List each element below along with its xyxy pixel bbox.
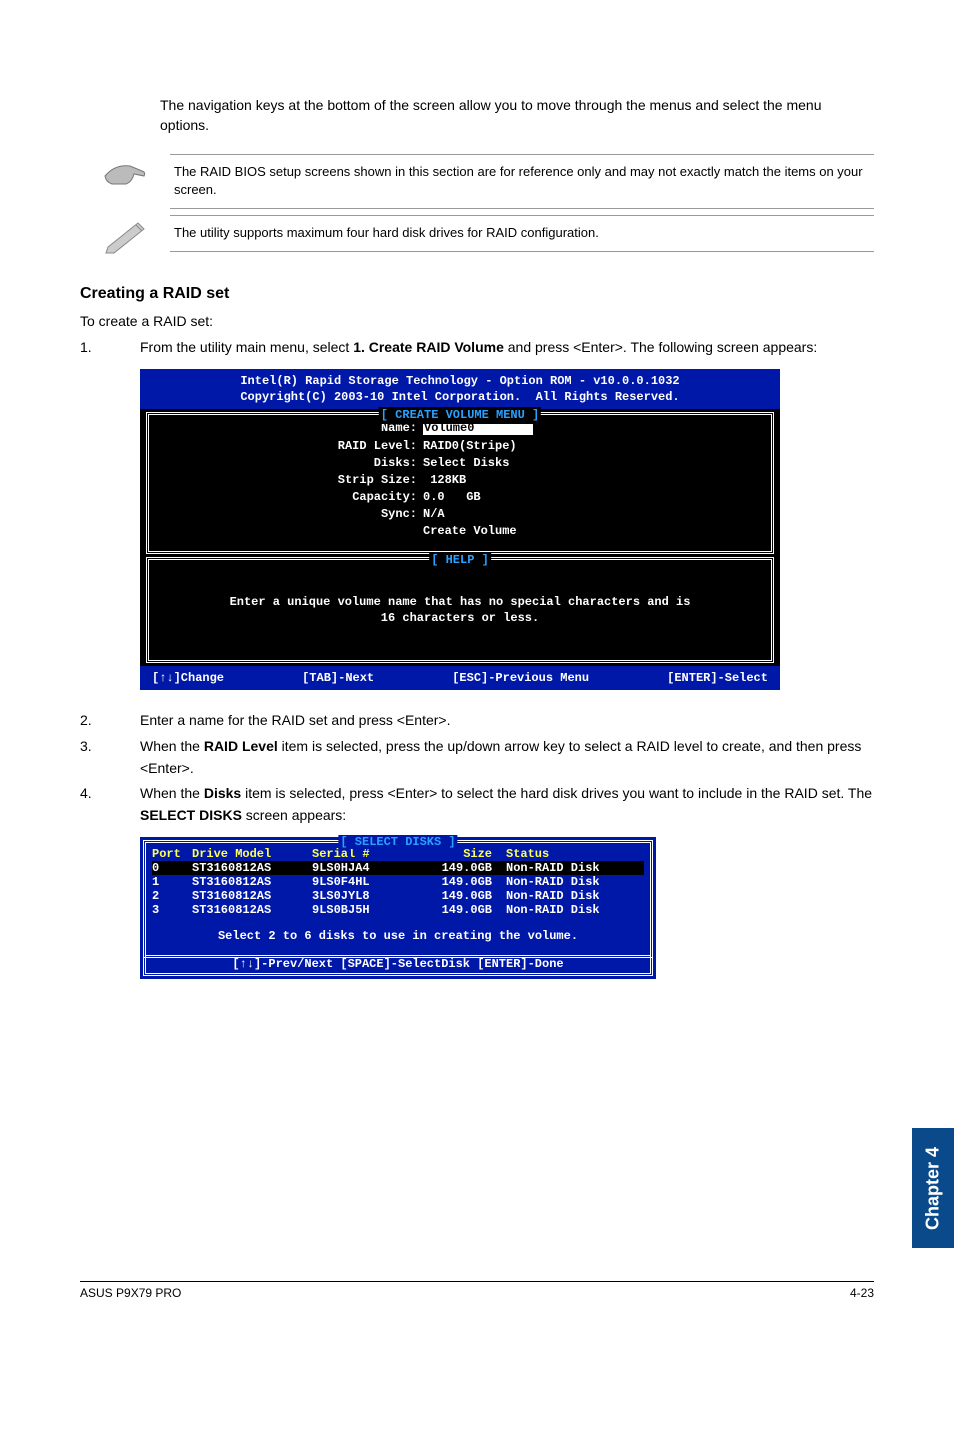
disks-nav: [↑↓]-Prev/Next [SPACE]-SelectDisk [ENTER… (143, 955, 653, 976)
cell-size: 149.0GB (422, 889, 506, 903)
select-disks-screen: [ SELECT DISKS ] Port Drive Model Serial… (140, 837, 656, 979)
disks-value[interactable]: Select Disks (423, 455, 509, 471)
step-number: 1. (80, 337, 140, 359)
bios-header-line1: Intel(R) Rapid Storage Technology - Opti… (240, 374, 679, 388)
step-1: 1. From the utility main menu, select 1.… (80, 337, 874, 359)
bold-text: 1. Create RAID Volume (353, 339, 504, 355)
step-number: 2. (80, 710, 140, 732)
step-body: When the RAID Level item is selected, pr… (140, 736, 874, 779)
field-label-disks: Disks: (157, 455, 423, 471)
bios-create-volume-screen: Intel(R) Rapid Storage Technology - Opti… (140, 369, 780, 690)
col-status: Status (506, 847, 644, 861)
col-size: Size (422, 847, 506, 861)
bios-header: Intel(R) Rapid Storage Technology - Opti… (140, 369, 780, 409)
bold-text: RAID Level (204, 738, 278, 754)
step-number: 3. (80, 736, 140, 779)
cell-size: 149.0GB (422, 861, 506, 875)
frame-title-help: [ HELP ] (429, 552, 491, 568)
step-number: 4. (80, 783, 140, 826)
bold-text: Disks (204, 785, 241, 801)
capacity-value[interactable]: 0.0 GB (423, 489, 481, 505)
step-3: 3. When the RAID Level item is selected,… (80, 736, 874, 779)
text: When the (140, 738, 204, 754)
disk-row[interactable]: 3 ST3160812AS 9LS0BJ5H 149.0GB Non-RAID … (152, 903, 644, 917)
create-volume-frame: [ CREATE VOLUME MENU ] Name:Volume0 RAID… (146, 412, 774, 553)
note-row-1: The RAID BIOS setup screens shown in thi… (100, 154, 874, 210)
disks-message: Select 2 to 6 disks to use in creating t… (152, 917, 644, 953)
cell-port: 1 (152, 875, 192, 889)
help-frame: [ HELP ] Enter a unique volume name that… (146, 557, 774, 663)
page-footer: ASUS P9X79 PRO 4-23 (80, 1281, 874, 1300)
footer-left: ASUS P9X79 PRO (80, 1286, 181, 1300)
footer-right: 4-23 (850, 1286, 874, 1300)
field-label-raid-level: RAID Level: (157, 438, 423, 454)
help-text: Enter a unique volume name that has no s… (157, 564, 763, 650)
col-serial: Serial # (312, 847, 422, 861)
text: item is selected, press <Enter> to selec… (241, 785, 872, 801)
cell-port: 0 (152, 861, 192, 875)
hand-point-icon (100, 154, 150, 194)
text: screen appears: (242, 807, 346, 823)
note-text-2: The utility supports maximum four hard d… (170, 215, 874, 252)
step-2: 2. Enter a name for the RAID set and pre… (80, 710, 874, 732)
disk-row[interactable]: 1 ST3160812AS 9LS0F4HL 149.0GB Non-RAID … (152, 875, 644, 889)
sync-value: N/A (423, 506, 445, 522)
cell-model: ST3160812AS (192, 903, 312, 917)
intro-paragraph: The navigation keys at the bottom of the… (160, 95, 874, 136)
cell-model: ST3160812AS (192, 861, 312, 875)
cell-serial: 3LS0JYL8 (312, 889, 422, 903)
disk-row[interactable]: 2 ST3160812AS 3LS0JYL8 149.0GB Non-RAID … (152, 889, 644, 903)
create-volume-action[interactable]: Create Volume (423, 523, 517, 539)
pencil-icon (100, 215, 150, 255)
step-4: 4. When the Disks item is selected, pres… (80, 783, 874, 826)
step-body: From the utility main menu, select 1. Cr… (140, 337, 874, 359)
field-label-capacity: Capacity: (157, 489, 423, 505)
text: From the utility main menu, select (140, 339, 353, 355)
select-disks-frame: [ SELECT DISKS ] Port Drive Model Serial… (143, 840, 653, 958)
bold-text: SELECT DISKS (140, 807, 242, 823)
cell-serial: 9LS0BJ5H (312, 903, 422, 917)
disks-header-row: Port Drive Model Serial # Size Status (152, 847, 644, 861)
frame-title-disks: [ SELECT DISKS ] (338, 835, 457, 849)
nav-esc: [ESC]-Previous Menu (452, 670, 589, 686)
frame-title: [ CREATE VOLUME MENU ] (379, 407, 541, 423)
field-label-sync: Sync: (157, 506, 423, 522)
section-subtext: To create a RAID set: (80, 313, 874, 329)
col-model: Drive Model (192, 847, 312, 861)
raid-level-value[interactable]: RAID0(Stripe) (423, 438, 517, 454)
cell-port: 2 (152, 889, 192, 903)
step-body: Enter a name for the RAID set and press … (140, 710, 874, 732)
text: When the (140, 785, 204, 801)
nav-enter: [ENTER]-Select (667, 670, 768, 686)
text: and press <Enter>. The following screen … (504, 339, 817, 355)
cell-model: ST3160812AS (192, 889, 312, 903)
note-row-2: The utility supports maximum four hard d… (100, 215, 874, 255)
nav-change: [↑↓]Change (152, 670, 224, 686)
cell-serial: 9LS0F4HL (312, 875, 422, 889)
cell-port: 3 (152, 903, 192, 917)
bios-nav-footer: [↑↓]Change [TAB]-Next [ESC]-Previous Men… (140, 666, 780, 690)
cell-status: Non-RAID Disk (506, 875, 644, 889)
cell-size: 149.0GB (422, 903, 506, 917)
bios-header-line2: Copyright(C) 2003-10 Intel Corporation. … (240, 390, 679, 404)
strip-size-value[interactable]: 128KB (423, 472, 466, 488)
field-label-strip: Strip Size: (157, 472, 423, 488)
cell-serial: 9LS0HJA4 (312, 861, 422, 875)
nav-tab: [TAB]-Next (302, 670, 374, 686)
cell-size: 149.0GB (422, 875, 506, 889)
disk-row[interactable]: 0 ST3160812AS 9LS0HJA4 149.0GB Non-RAID … (152, 861, 644, 875)
cell-status: Non-RAID Disk (506, 903, 644, 917)
col-port: Port (152, 847, 192, 861)
step-body: When the Disks item is selected, press <… (140, 783, 874, 826)
section-heading: Creating a RAID set (80, 285, 874, 303)
cell-status: Non-RAID Disk (506, 889, 644, 903)
cell-status: Non-RAID Disk (506, 861, 644, 875)
chapter-tab: Chapter 4 (912, 1128, 954, 1248)
note-text-1: The RAID BIOS setup screens shown in thi… (170, 154, 874, 210)
cell-model: ST3160812AS (192, 875, 312, 889)
